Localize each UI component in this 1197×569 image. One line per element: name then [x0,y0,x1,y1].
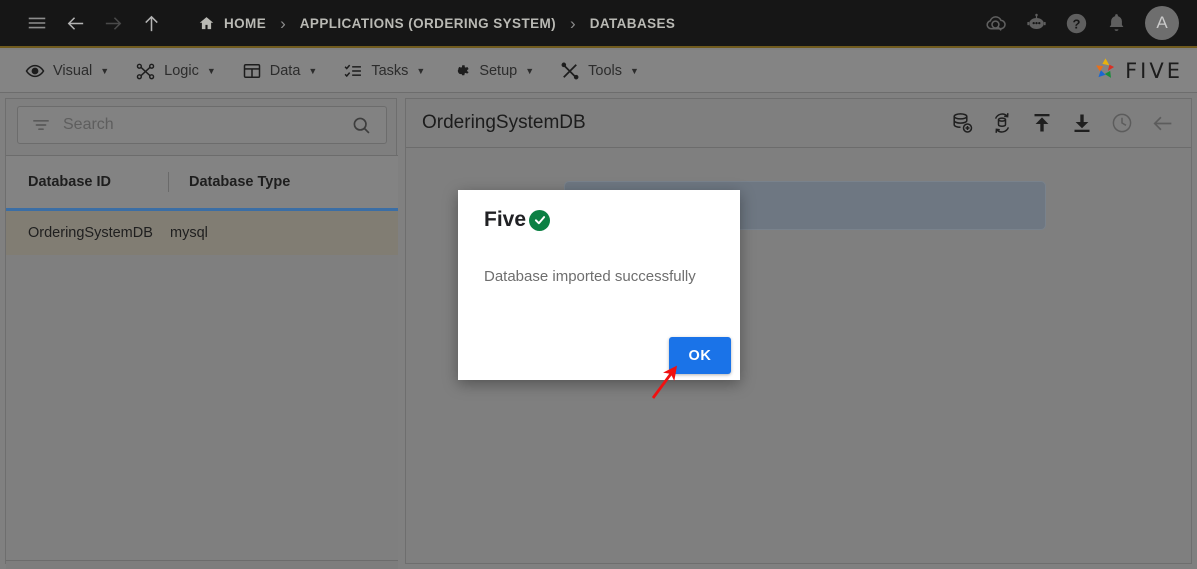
forward-arrow-icon[interactable] [94,0,132,47]
column-divider[interactable] [168,172,169,192]
menu-item-tasks[interactable]: Tasks ▼ [330,50,438,93]
chevron-down-icon: ▼ [416,66,426,76]
column-header-database-type[interactable]: Database Type [189,174,290,190]
dialog-message: Database imported successfully [484,268,696,285]
breadcrumb-item-home[interactable]: HOME [198,15,266,32]
app-root: HOME › APPLICATIONS (ORDERING SYSTEM) › … [0,0,1197,569]
breadcrumb-item-applications[interactable]: APPLICATIONS (ORDERING SYSTEM) [300,16,556,31]
breadcrumb-separator: › [280,13,286,33]
chat-bot-icon[interactable] [1019,6,1053,40]
dialog-title-row: Five [484,208,551,232]
download-icon[interactable] [1069,110,1095,136]
detail-panel-header: OrderingSystemDB [406,99,1191,148]
breadcrumb-label-home: HOME [224,15,267,31]
menu-item-tools[interactable]: Tools ▼ [547,50,652,93]
success-dialog: Five Database imported successfully OK [458,190,740,380]
eye-icon [25,61,45,81]
logic-nodes-icon [135,61,156,82]
top-bar-actions: ? A [979,6,1197,40]
chevron-down-icon: ▼ [100,66,110,76]
cell-database-id: OrderingSystemDB [28,225,153,241]
table-grid-icon [242,61,262,81]
wrench-screwdriver-icon [560,61,580,81]
cloud-search-icon[interactable] [979,6,1013,40]
chevron-down-icon: ▼ [630,66,639,76]
five-brand-logo: FIVE [1093,56,1197,86]
notifications-bell-icon[interactable] [1099,6,1133,40]
five-logo-mark-icon [1093,56,1118,86]
breadcrumb-label-databases: DATABASES [589,15,676,31]
search-box[interactable] [17,106,387,144]
table-empty-area [6,255,398,561]
database-add-icon[interactable] [949,110,975,136]
column-header-database-id[interactable]: Database ID [28,174,158,190]
database-refresh-icon[interactable] [989,110,1015,136]
cell-database-type: mysql [170,225,208,241]
menu-label-tasks: Tasks [371,63,409,79]
application-menu-bar: Visual ▼ Logic ▼ Data ▼ Tasks ▼ Setup ▼ … [0,50,1197,93]
breadcrumb-label-applications: APPLICATIONS (ORDERING SYSTEM) [299,15,557,31]
help-icon[interactable]: ? [1059,6,1093,40]
detail-panel-toolbar [949,110,1191,136]
menu-item-setup[interactable]: Setup ▼ [438,50,547,93]
search-input[interactable] [63,116,351,134]
table-footer: Total Rows: 1 [6,561,398,569]
breadcrumb-separator-2: › [570,13,576,33]
chevron-down-icon: ▼ [525,66,535,76]
menu-label-logic: Logic [164,63,199,79]
upload-icon[interactable] [1029,110,1055,136]
table-row[interactable]: OrderingSystemDB mysql [6,211,398,255]
five-brand-text: FIVE [1125,59,1183,83]
databases-sidebar: Database ID Database Type OrderingSystem… [5,98,398,569]
avatar-initial: A [1156,13,1168,32]
checklist-icon [343,61,363,81]
back-arrow-icon[interactable] [56,0,94,47]
success-check-icon [529,209,551,231]
menu-item-visual[interactable]: Visual ▼ [12,50,122,93]
menu-label-data: Data [269,63,301,79]
up-arrow-icon[interactable] [132,0,170,47]
databases-table: Database ID Database Type OrderingSystem… [6,155,398,569]
dialog-title: Five [484,208,527,231]
svg-text:?: ? [1072,16,1080,31]
back-arrow-icon[interactable] [1149,110,1175,136]
menu-label-visual: Visual [53,63,93,79]
menu-item-data[interactable]: Data ▼ [229,50,331,93]
chevron-down-icon: ▼ [206,66,216,76]
home-icon [198,15,215,32]
menu-label-setup: Setup [479,63,518,79]
table-header-row: Database ID Database Type [6,155,398,211]
page-title: OrderingSystemDB [422,112,586,133]
breadcrumb-item-databases[interactable]: DATABASES [590,16,676,31]
history-clock-icon[interactable] [1109,110,1135,136]
search-icon[interactable] [351,115,372,136]
menu-label-tools: Tools [588,63,622,79]
user-avatar[interactable]: A [1145,6,1179,40]
chevron-down-icon: ▼ [308,66,318,76]
ok-button[interactable]: OK [669,337,731,374]
filter-icon[interactable] [31,115,51,135]
menu-item-logic[interactable]: Logic ▼ [122,50,229,93]
top-navigation-bar: HOME › APPLICATIONS (ORDERING SYSTEM) › … [0,0,1197,48]
menu-hamburger-icon[interactable] [18,0,56,47]
gear-icon [451,61,471,81]
